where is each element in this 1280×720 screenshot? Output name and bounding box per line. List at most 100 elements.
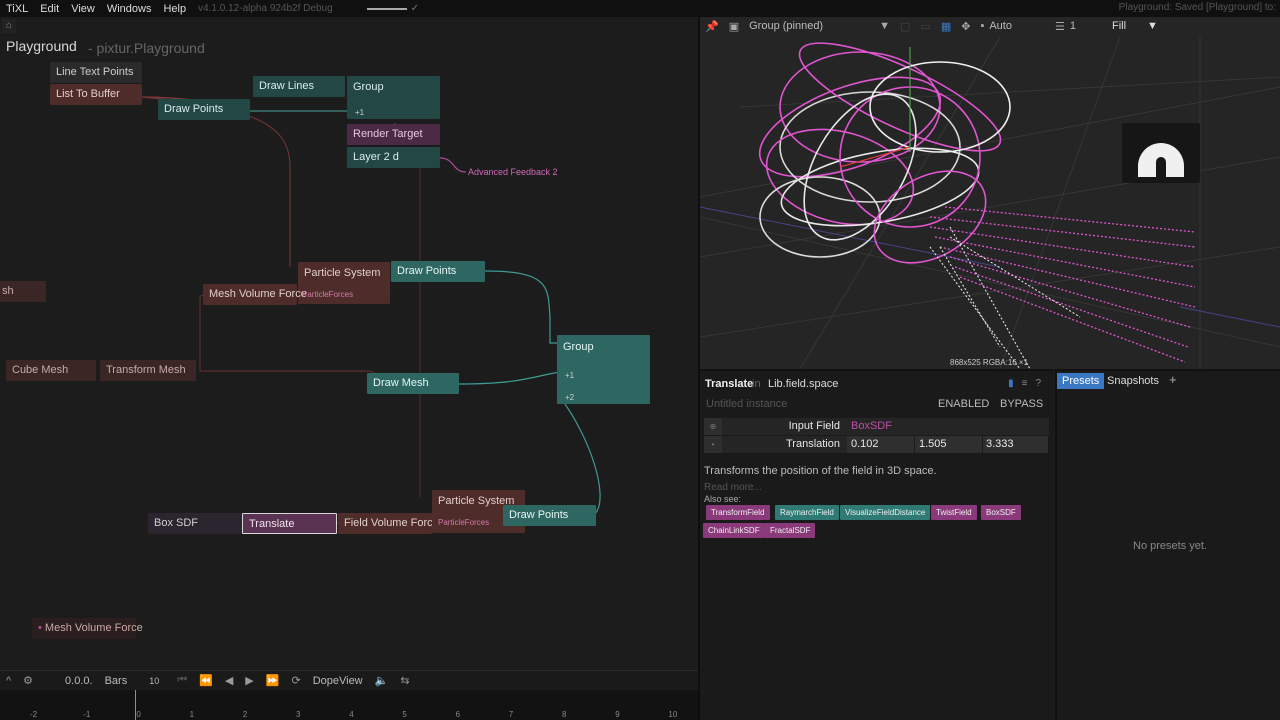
tab-presets[interactable]: Presets [1057, 373, 1105, 389]
param-label: Input Field [788, 420, 840, 432]
node-mesh-volume-force[interactable]: Mesh Volume Force [203, 284, 307, 305]
step-back-icon[interactable]: ⏪ [193, 674, 219, 687]
node-draw-points-3[interactable]: Draw Points [503, 505, 596, 526]
step-forward-icon[interactable]: ⏩ [260, 674, 286, 687]
screen-icon[interactable]: ▣ [724, 20, 744, 33]
menu-edit[interactable]: Edit [34, 3, 65, 15]
node-mesh-volume-force-2[interactable]: • Mesh Volume Force [32, 618, 143, 639]
ruler-tick: 0 [136, 710, 141, 719]
tag-transform-field[interactable]: TransformField [706, 505, 770, 520]
menu-windows[interactable]: Windows [101, 3, 158, 15]
camera-mode-icon[interactable]: ▪ [975, 20, 989, 32]
viewport-toolbar: 📌 ▣ Group (pinned) ▼ ▢ ▭ ▦ ✥ ▪ Auto ☰ 1 … [700, 17, 1280, 35]
empty-presets-message: No presets yet. [1133, 540, 1207, 552]
instance-name-field[interactable]: Untitled instance [706, 398, 787, 410]
node-draw-points[interactable]: Draw Points [158, 99, 250, 120]
layers-icon[interactable]: ☰ [1050, 20, 1070, 33]
translation-z[interactable]: 3.333 [986, 438, 1014, 450]
tag-raymarch-field[interactable]: RaymarchField [775, 505, 839, 520]
bookmark-icon[interactable]: ▮ [1008, 378, 1022, 389]
group-2-input-1: +1 [565, 371, 575, 380]
check-icon: ✓ [410, 3, 420, 14]
node-group[interactable]: Group +1 [347, 76, 440, 119]
bpm-value[interactable]: 10 [143, 676, 165, 686]
ruler-tick: 6 [455, 710, 461, 719]
loop-icon[interactable]: ⟳ [285, 674, 306, 687]
timeline-ruler[interactable]: -2 -1 0 1 2 3 4 5 6 7 8 9 10 [0, 690, 698, 720]
node-group-2[interactable]: Group +1 +2 [557, 335, 650, 404]
pin-icon[interactable]: 📌 [700, 20, 724, 33]
tag-box-sdf[interactable]: BoxSDF [981, 505, 1021, 520]
enabled-toggle[interactable]: ENABLED [938, 398, 989, 410]
node-line-text-points[interactable]: Line Text Points [50, 62, 142, 83]
fill-dropdown-icon[interactable]: ▼ [1142, 20, 1163, 32]
link-icon[interactable]: ⊕ [704, 418, 722, 435]
node-render-target[interactable]: Render Target [347, 124, 440, 145]
app-menu[interactable]: TiXL [0, 3, 34, 15]
jump-start-icon[interactable]: ⏮ [171, 674, 193, 687]
help-icon[interactable]: ? [1035, 378, 1049, 389]
play-back-icon[interactable]: ◀ [219, 674, 239, 687]
layer-count[interactable]: 1 [1070, 20, 1076, 32]
node-group-label: Group [353, 81, 384, 93]
node-cube-mesh[interactable]: Cube Mesh [6, 360, 96, 381]
add-preset-button[interactable]: + [1169, 372, 1177, 387]
node-draw-mesh[interactable]: Draw Mesh [367, 373, 459, 394]
chevron-down-icon[interactable]: ▼ [874, 20, 895, 32]
tag-visualize-field-distance[interactable]: VisualizeFieldDistance [840, 505, 931, 520]
list-icon[interactable]: ≡ [1022, 378, 1036, 389]
tag-chain-link-sdf[interactable]: ChainLinkSDF [703, 523, 765, 538]
node-translate[interactable]: Translate [242, 513, 337, 534]
chevron-up-icon[interactable]: ^ [0, 675, 17, 687]
gear-icon[interactable]: ⚙ [17, 674, 39, 687]
move-icon[interactable]: ✥ [956, 20, 975, 33]
translation-y[interactable]: 1.505 [919, 438, 947, 450]
param-input-field[interactable]: ⊕ Input Field BoxSDF [704, 418, 1049, 435]
particle-forces-2-label: ParticleForces [438, 518, 490, 527]
presets-panel: Presets Snapshots + No presets yet. [1055, 369, 1280, 720]
node-layer-2d[interactable]: Layer 2 d [347, 147, 440, 168]
audio-icon[interactable]: 🔈 [369, 674, 395, 687]
frame-icon[interactable]: ▭ [915, 20, 935, 33]
graph-canvas[interactable]: ⌂ Playground - pixtur.Playground Line Te… [0, 17, 698, 670]
camera-icon[interactable]: ▢ [895, 20, 915, 33]
ruler-tick: 3 [296, 710, 301, 719]
node-mesh-volume-force-2-label: Mesh Volume Force [44, 622, 143, 634]
play-icon[interactable]: ▶ [239, 674, 259, 687]
node-field-volume-force[interactable]: Field Volume Force [338, 513, 439, 534]
time-display[interactable]: 0.0.0. [59, 675, 99, 687]
output-viewport[interactable]: 📌 ▣ Group (pinned) ▼ ▢ ▭ ▦ ✥ ▪ Auto ☰ 1 … [700, 17, 1280, 369]
camera-dome-hole [1156, 157, 1166, 177]
param-value-link[interactable]: BoxSDF [851, 420, 892, 432]
translation-x[interactable]: 0.102 [851, 438, 879, 450]
tag-twist-field[interactable]: TwistField [931, 505, 977, 520]
time-mode[interactable]: Bars [99, 675, 134, 687]
keyframe-icon[interactable]: ⇆ [394, 674, 415, 687]
menu-view[interactable]: View [65, 3, 101, 15]
bypass-toggle[interactable]: BYPASS [1000, 398, 1043, 410]
node-particle-system-label: Particle System [304, 267, 381, 279]
node-draw-points-2[interactable]: Draw Points [391, 261, 485, 282]
node-advanced-feedback[interactable]: Advanced Feedback 2 [468, 167, 558, 177]
grid-icon[interactable]: ▦ [936, 20, 956, 33]
fill-mode[interactable]: Fill [1112, 20, 1126, 32]
menu-help[interactable]: Help [157, 3, 192, 15]
pinned-operator[interactable]: Group (pinned) [744, 20, 828, 32]
tag-fractal-sdf[interactable]: FractalSDF [765, 523, 816, 538]
node-transform-mesh[interactable]: Transform Mesh [100, 360, 196, 381]
viewport-resolution-info: 868x525 RGBA:16 ×1 [950, 358, 1029, 367]
camera-mode[interactable]: Auto [989, 20, 1012, 32]
volume-slider[interactable] [366, 7, 407, 10]
tab-snapshots[interactable]: Snapshots [1105, 373, 1161, 389]
node-mesh-partial[interactable]: sh [0, 281, 46, 302]
operator-namespace[interactable]: Lib.field.space [768, 378, 838, 390]
param-translation[interactable]: • Translation 0.102 1.505 3.333 [704, 436, 1049, 453]
node-draw-lines[interactable]: Draw Lines [253, 76, 345, 97]
node-box-sdf[interactable]: Box SDF [148, 513, 242, 534]
animate-icon[interactable]: • [704, 436, 722, 453]
dope-view-toggle[interactable]: DopeView [307, 675, 369, 687]
camera-gizmo[interactable] [1122, 123, 1200, 183]
read-more-link[interactable]: Read more... [704, 482, 762, 493]
node-list-to-buffer[interactable]: List To Buffer [50, 84, 142, 105]
ruler-tick: 7 [508, 710, 514, 719]
